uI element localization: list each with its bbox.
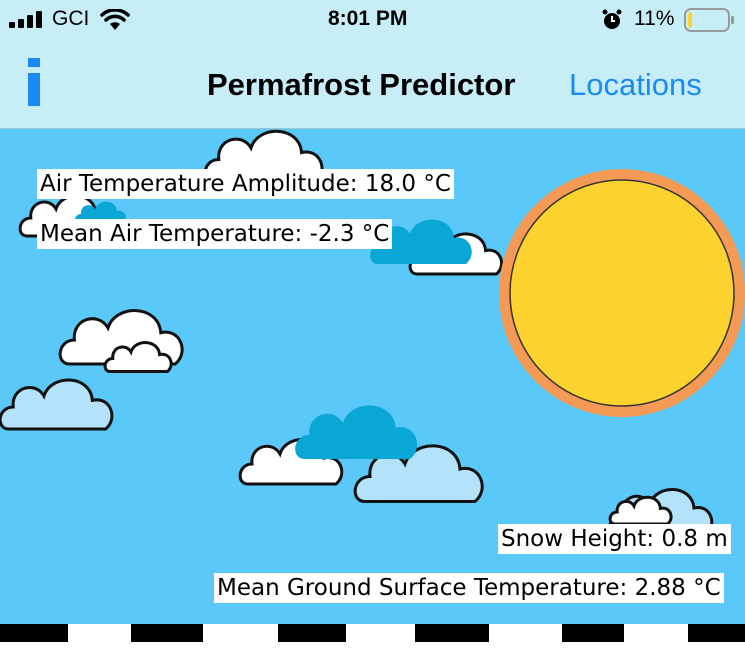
sky-scene: Air Temperature Amplitude: 18.0 °C Mean …: [0, 129, 745, 624]
navigation-bar: Permafrost Predictor Locations: [0, 40, 745, 129]
mean-air-temperature-label: Mean Air Temperature: -2.3 °C: [37, 219, 393, 249]
air-temperature-amplitude-label: Air Temperature Amplitude: 18.0 °C: [37, 169, 454, 199]
ground-strip: [0, 624, 745, 670]
cellular-signal-icon: [9, 11, 42, 28]
status-bar: GCI 8:01 PM 11%: [0, 0, 745, 40]
ground-dash: [415, 624, 489, 642]
alarm-clock-icon: [602, 9, 622, 29]
sun-icon: [499, 169, 745, 417]
info-button[interactable]: [26, 58, 42, 106]
battery-icon: [684, 8, 734, 32]
locations-button[interactable]: Locations: [569, 67, 702, 103]
ground-dash: [688, 624, 745, 642]
carrier-name: GCI: [52, 7, 90, 30]
page-title: Permafrost Predictor: [207, 67, 516, 102]
battery-percent: 11%: [634, 7, 675, 30]
ground-dash: [0, 624, 68, 642]
cloud-icon: [0, 378, 114, 431]
snow-height-label: Snow Height: 0.8 m: [498, 524, 731, 554]
mean-ground-surface-temperature-label: Mean Ground Surface Temperature: 2.88 °C: [214, 573, 724, 603]
info-icon: [28, 58, 40, 106]
cloud-icon: [295, 405, 418, 459]
wifi-icon: [100, 9, 130, 30]
ground-dash: [131, 624, 203, 642]
status-time: 8:01 PM: [328, 7, 408, 30]
ground-dash: [278, 624, 346, 642]
ground-dash: [562, 624, 624, 642]
